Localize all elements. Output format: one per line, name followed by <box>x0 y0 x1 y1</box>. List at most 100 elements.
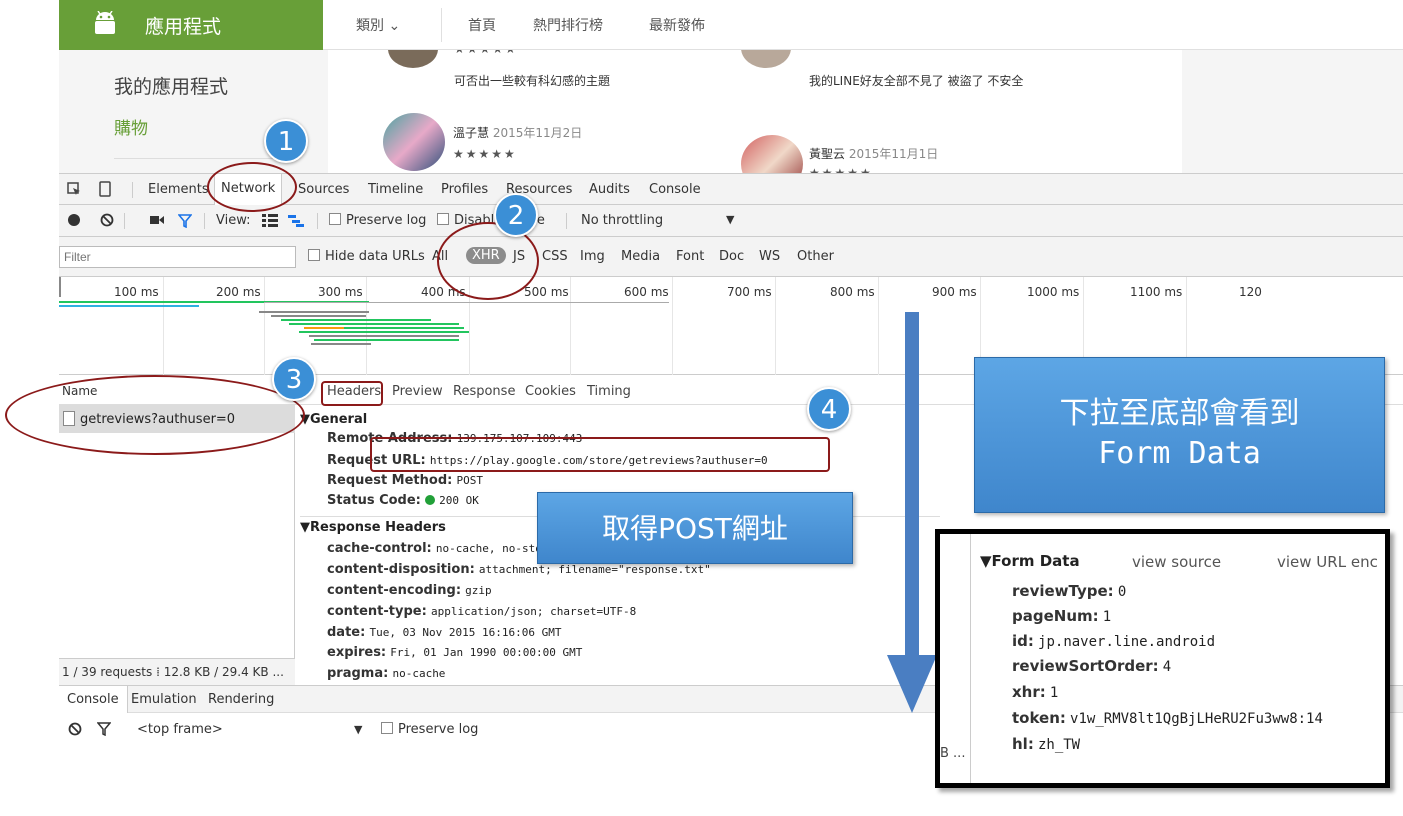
avatar <box>741 50 791 68</box>
throttling-select[interactable]: No throttling <box>581 213 663 228</box>
filter-type-media[interactable]: Media <box>621 249 660 264</box>
overview-icon[interactable] <box>288 215 304 227</box>
highlight-request-url <box>370 437 830 472</box>
scroll-down-arrow-shaft <box>905 312 919 657</box>
waterfall-bar <box>259 311 369 313</box>
timeline-tick: 1000 ms <box>1027 285 1080 299</box>
review-stars: ★★★★★ <box>809 166 873 173</box>
preserve-log-checkbox[interactable]: Preserve log <box>329 213 426 228</box>
tab-audits[interactable]: Audits <box>589 182 630 197</box>
filter-input[interactable] <box>59 246 296 268</box>
review-text: 可否出一些較有科幻感的主題 <box>454 74 611 88</box>
tab-response[interactable]: Response <box>453 384 515 399</box>
tab-console[interactable]: Console <box>649 182 701 197</box>
record-icon[interactable] <box>68 214 80 226</box>
nav-category[interactable]: 類別 ⌄ <box>356 15 400 35</box>
drawer-tab-console[interactable]: Console <box>59 686 128 713</box>
sidebar-shopping[interactable]: 購物 <box>114 114 148 139</box>
form-data-row: hl: zh_TW <box>1012 735 1081 753</box>
review-text: 我的LINE好友全部不見了 被盜了 不安全 <box>809 74 1024 88</box>
general-section-title[interactable]: ▼General <box>300 412 367 427</box>
review-author: 溫子慧 2015年11月2日 <box>453 126 583 140</box>
filter-type-img[interactable]: Img <box>580 249 605 264</box>
timeline-start-handle[interactable] <box>59 277 61 297</box>
form-data-title[interactable]: ▼Form Data <box>980 552 1080 570</box>
tab-timing[interactable]: Timing <box>587 384 631 399</box>
device-mode-icon[interactable] <box>99 181 111 197</box>
console-preserve-log-checkbox[interactable]: Preserve log <box>381 722 478 737</box>
timeline-tick: 300 ms <box>318 285 363 299</box>
tab-cookies[interactable]: Cookies <box>525 384 576 399</box>
toolbar-separator <box>317 213 318 229</box>
response-headers-title[interactable]: ▼Response Headers <box>300 520 446 535</box>
tick-line <box>366 277 367 375</box>
filter-type-css[interactable]: CSS <box>542 249 568 264</box>
step-badge-2: 2 <box>494 193 538 237</box>
filter-type-ws[interactable]: WS <box>759 249 780 264</box>
waterfall-bar <box>59 305 199 307</box>
play-brand-bar[interactable]: 應用程式 <box>59 0 323 50</box>
reviews-card: ★★★★★ 可否出一些較有科幻感的主題 我的LINE好友全部不見了 被盜了 不安… <box>328 50 1182 173</box>
play-top-nav: 類別 ⌄ 首頁 熱門排行榜 最新發佈 <box>323 0 1403 50</box>
view-url-encoded-link[interactable]: view URL enc <box>1277 553 1378 571</box>
step-badge-1: 1 <box>264 119 308 163</box>
timeline-tick: 900 ms <box>932 285 977 299</box>
hide-data-urls-checkbox[interactable]: Hide data URLs <box>308 249 425 264</box>
form-data-zoom-panel: ▼Form Data view source view URL enc revi… <box>935 529 1390 788</box>
avatar <box>388 50 438 68</box>
highlight-network-tab <box>207 162 297 212</box>
frame-select[interactable]: <top frame> <box>137 722 223 737</box>
nav-top-charts[interactable]: 熱門排行榜 <box>533 15 603 35</box>
tab-preview[interactable]: Preview <box>392 384 443 399</box>
large-rows-icon[interactable] <box>262 214 278 227</box>
form-data-row: reviewType: 0 <box>1012 582 1127 600</box>
tick-line <box>775 277 776 375</box>
filter-icon[interactable] <box>97 722 111 736</box>
filter-icon[interactable] <box>178 214 192 228</box>
network-filterbar: Hide data URLs All XHR JS CSS Img Media … <box>59 237 1403 277</box>
sidebar-divider <box>114 158 294 159</box>
tick-line <box>163 277 164 375</box>
tab-sources[interactable]: Sources <box>298 182 349 197</box>
clipped-summary: B ... <box>940 746 966 761</box>
waterfall-bar <box>299 331 469 333</box>
filter-type-doc[interactable]: Doc <box>719 249 744 264</box>
view-source-link[interactable]: view source <box>1132 553 1221 571</box>
nav-home[interactable]: 首頁 <box>468 15 496 35</box>
drawer-tab-emulation[interactable]: Emulation <box>131 692 197 707</box>
callout-line: Form Data <box>1098 436 1261 471</box>
chevron-down-icon[interactable]: ▼ <box>354 723 362 736</box>
highlight-request-row <box>5 375 305 455</box>
chevron-down-icon[interactable]: ▼ <box>726 213 734 226</box>
tab-profiles[interactable]: Profiles <box>441 182 488 197</box>
drawer-tab-rendering[interactable]: Rendering <box>208 692 274 707</box>
capture-screenshot-icon[interactable] <box>150 214 164 226</box>
inspect-icon[interactable] <box>67 182 81 196</box>
clear-icon[interactable] <box>100 213 114 227</box>
tab-timeline[interactable]: Timeline <box>368 182 423 197</box>
timeline-tick: 600 ms <box>624 285 669 299</box>
clear-console-icon[interactable] <box>68 722 82 736</box>
form-data-row: token: v1w_RMV8lt1QgBjLHeRU2Fu3ww8:14 <box>1012 709 1323 727</box>
form-data-row: reviewSortOrder: 4 <box>1012 657 1172 675</box>
arrow-down-icon <box>887 655 937 713</box>
step-badge-3: 3 <box>272 357 316 401</box>
filter-type-font[interactable]: Font <box>676 249 704 264</box>
header-row: cache-control: no-cache, no-store <box>327 541 556 556</box>
callout-line: 下拉至底部會看到 <box>1059 396 1300 431</box>
header-row: pragma: no-cache <box>327 666 446 681</box>
filter-type-other[interactable]: Other <box>797 249 834 264</box>
waterfall-bar <box>344 327 464 329</box>
brand-title: 應用程式 <box>145 16 222 38</box>
header-row: content-type: application/json; charset=… <box>327 604 637 619</box>
nav-new-releases[interactable]: 最新發佈 <box>649 15 705 35</box>
form-data-row: id: jp.naver.line.android <box>1012 632 1216 650</box>
toolbar-separator <box>204 213 205 229</box>
toolbar-separator <box>566 213 567 229</box>
tabbar-separator <box>132 182 133 198</box>
tab-elements[interactable]: Elements <box>148 182 209 197</box>
sidebar-my-apps[interactable]: 我的應用程式 <box>114 72 228 99</box>
tick-line <box>264 277 265 375</box>
waterfall-bar <box>281 319 431 321</box>
nav-separator <box>441 8 442 42</box>
